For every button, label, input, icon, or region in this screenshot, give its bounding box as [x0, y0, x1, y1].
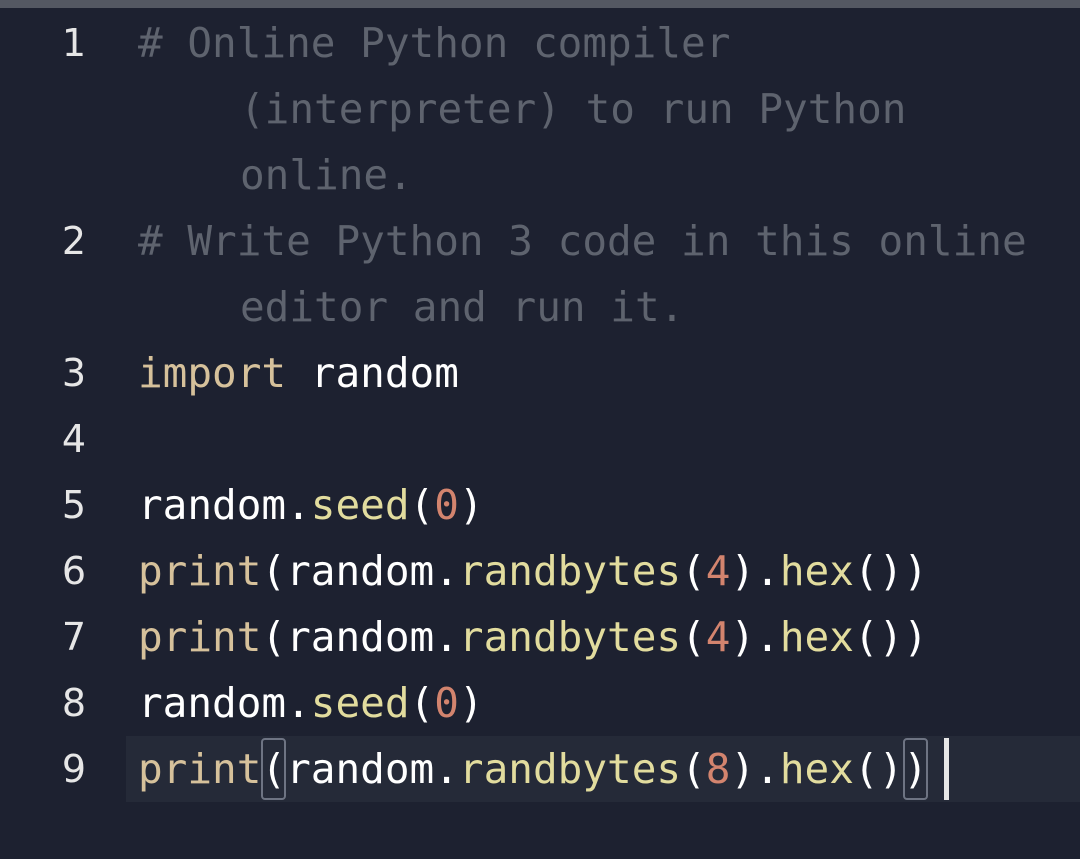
function-token: seed	[310, 481, 410, 529]
keyword-import: import	[138, 349, 287, 397]
code-line-3[interactable]: import random	[138, 340, 459, 406]
code-token: )	[458, 679, 484, 727]
code-line-8[interactable]: random.seed(0)	[138, 670, 484, 736]
module-name: random	[286, 349, 459, 397]
line-number-9: 9	[61, 747, 86, 791]
line-number-7: 7	[61, 615, 86, 659]
line-number-6: 6	[61, 549, 86, 593]
line-number-3: 3	[61, 351, 86, 395]
function-token: seed	[310, 679, 410, 727]
code-token: ())	[853, 547, 928, 595]
line-number-2: 2	[61, 219, 86, 263]
editor-top-border	[0, 0, 1080, 8]
number-token: 0	[434, 481, 459, 529]
code-editor[interactable]: 1 # Online Python compiler (interpreter)…	[0, 0, 1080, 859]
code-token: ).	[730, 745, 780, 793]
function-token: hex	[779, 745, 854, 793]
code-line-1-row-2[interactable]: (interpreter) to run Python	[240, 76, 906, 142]
code-token: (	[409, 481, 435, 529]
number-token: 4	[705, 613, 731, 661]
code-token: random.	[286, 745, 459, 793]
code-token: )	[458, 481, 484, 529]
code-token: (	[681, 745, 706, 793]
code-token: random.	[138, 679, 311, 727]
code-token: (	[681, 613, 706, 661]
line-number-4: 4	[61, 417, 86, 461]
builtin-token: print	[138, 745, 262, 793]
function-token: hex	[779, 613, 854, 661]
text-cursor	[944, 738, 949, 800]
code-token: ()	[853, 745, 904, 793]
code-token: random.	[138, 481, 311, 529]
matched-close-bracket: )	[903, 738, 928, 800]
function-token: hex	[779, 547, 854, 595]
function-token: randbytes	[458, 547, 682, 595]
code-line-1-row-3[interactable]: online.	[240, 142, 413, 208]
line-number-8: 8	[61, 681, 86, 725]
code-token: (random.	[261, 547, 459, 595]
code-line-9[interactable]: print(random.randbytes(8).hex())	[138, 736, 928, 802]
code-line-1-row-1[interactable]: # Online Python compiler	[138, 10, 730, 76]
matched-open-bracket: (	[261, 738, 287, 800]
code-token: (random.	[261, 613, 459, 661]
code-token: (	[681, 547, 706, 595]
builtin-token: print	[138, 613, 262, 661]
function-token: randbytes	[458, 613, 682, 661]
code-token: (	[409, 679, 435, 727]
number-token: 4	[705, 547, 731, 595]
code-token: ())	[853, 613, 928, 661]
number-token: 0	[434, 679, 459, 727]
code-line-7[interactable]: print(random.randbytes(4).hex())	[138, 604, 928, 670]
line-number-1: 1	[61, 21, 86, 65]
code-token: ).	[730, 547, 780, 595]
builtin-token: print	[138, 547, 262, 595]
code-line-5[interactable]: random.seed(0)	[138, 472, 484, 538]
code-token: ).	[730, 613, 780, 661]
function-token: randbytes	[458, 745, 682, 793]
line-number-5: 5	[61, 483, 86, 527]
code-line-2-row-1[interactable]: # Write Python 3 code in this online	[138, 208, 1027, 274]
code-line-2-row-2[interactable]: editor and run it.	[240, 274, 684, 340]
code-line-6[interactable]: print(random.randbytes(4).hex())	[138, 538, 928, 604]
number-token: 8	[705, 745, 731, 793]
